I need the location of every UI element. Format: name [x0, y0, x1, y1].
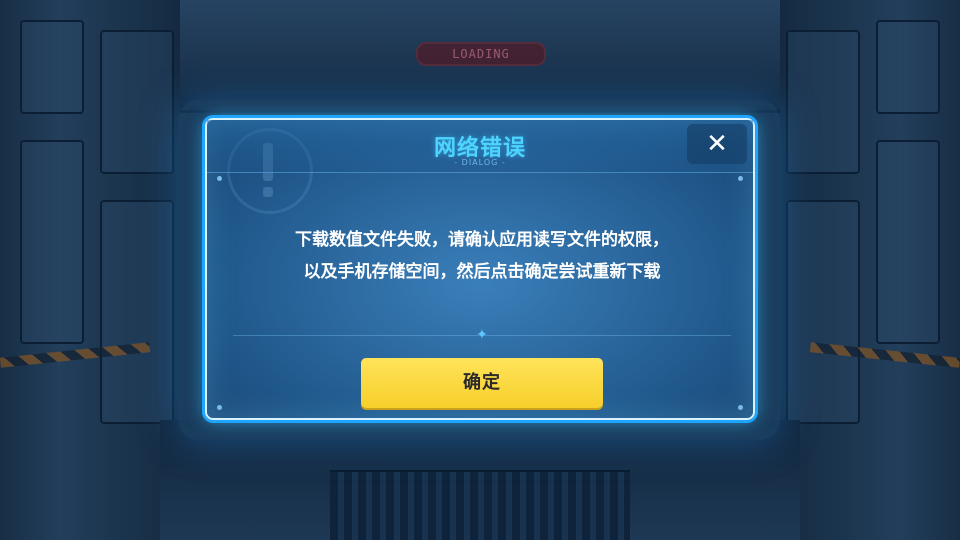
divider-star-icon: ✦: [476, 327, 488, 343]
dialog-header: 网络错误 - DIALOG - ✕: [207, 120, 753, 173]
confirm-button[interactable]: 确定: [361, 358, 603, 408]
corner-dot: [217, 405, 222, 410]
corner-dot: [738, 405, 743, 410]
corner-dot: [217, 176, 222, 181]
game-screen: LOADING 网络错误 - DIALOG - ✕ 下载数值文件失败，请确认应用…: [0, 0, 960, 540]
error-message: 下载数值文件失败，请确认应用读写文件的权限， 以及手机存储空间，然后点击确定尝试…: [227, 224, 737, 288]
corner-dot: [738, 176, 743, 181]
network-error-dialog: 网络错误 - DIALOG - ✕ 下载数值文件失败，请确认应用读写文件的权限，…: [205, 118, 755, 420]
dialog-subtitle: - DIALOG -: [454, 158, 506, 167]
error-message-line: 以及手机存储空间，然后点击确定尝试重新下载: [303, 262, 661, 282]
close-icon: ✕: [706, 129, 728, 159]
close-button[interactable]: ✕: [687, 124, 747, 164]
error-message-line: 下载数值文件失败，请确认应用读写文件的权限，: [295, 230, 669, 250]
